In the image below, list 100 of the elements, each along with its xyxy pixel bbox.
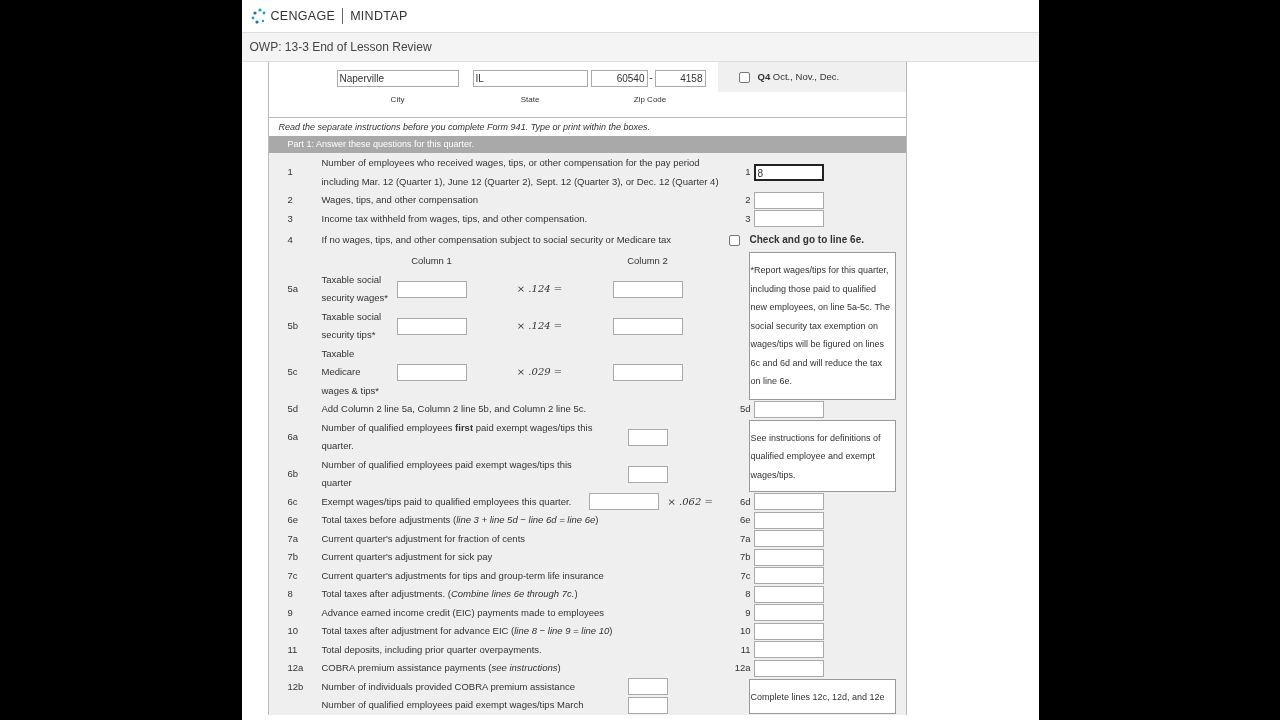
column-header: Column 2 [627,255,668,266]
note-box: See instructions for definitions of qualified employee and exempt wages/tips. [748,419,896,492]
line-description: Total taxes after adjustments. (Combine lines 6e through 7c.) [321,588,578,599]
column-header: Column 1 [411,255,452,266]
line-number: 7b [287,551,299,562]
line-description: Number of qualified employees paid exempt wages/tips this quarter [321,458,572,488]
line-label: 6e [738,513,751,527]
line-label: 8 [744,587,751,601]
line-description: Income tax withheld from wages, tips, and other compensation. [321,212,588,224]
line-label: 1 [744,165,751,180]
line-description: Current quarter's adjustment for fraction of cents [321,532,526,544]
amount-field[interactable] [753,548,824,566]
line-number: 6c [287,495,298,507]
line-number: 7c [287,569,298,581]
line-description: COBRA premium assistance payments (see instructions) [321,662,561,673]
line-label: 6d [738,494,751,509]
line-number: 5a [287,282,299,294]
line-label: 5d [738,402,751,416]
line-number: 5c [287,366,298,377]
amount-field[interactable] [753,622,824,640]
line-label: 12a [733,661,751,675]
instructions: Read the separate instructions before you complete Form 941. Type or print within the boxes. [278,120,651,134]
multiplier: × .062 = [667,495,713,507]
line-number: 1 [287,166,293,178]
line-description: Exempt wages/tips paid to qualified employees this quarter. [321,495,572,507]
multiplier: × .124 = [516,282,563,294]
line-description: Total taxes before adjustments (line 3 + line 5d − line 6d = line 6e) [321,514,599,525]
line-label: 7c [739,568,751,583]
input-field[interactable] [396,280,467,298]
line-description: Number of qualified employees paid exempt wages/tips March [321,699,584,710]
line-number: 12b [287,680,304,692]
line-description: Taxable social security wages* [321,273,389,303]
line-label: 11 [739,642,751,657]
line-number: 3 [287,212,293,224]
note-box: Complete lines 12c, 12d, and 12e [748,678,896,714]
check-label: Check and go to line 6e. [749,233,864,245]
zip-extension-field[interactable]: 4158 [654,69,706,87]
multiplier: × .029 = [516,366,563,377]
count-field[interactable] [627,678,668,696]
amount-field[interactable] [753,530,824,548]
state-field[interactable]: IL [472,69,588,87]
input-field[interactable] [396,317,467,335]
count-field[interactable] [627,696,668,714]
input-field[interactable] [612,363,683,381]
field-caption: City [390,94,405,104]
input-field[interactable] [612,317,683,335]
brand-name: CENGAGE [270,7,336,25]
line-number: 8 [287,588,293,599]
line-number: 11 [287,643,298,655]
amount-field[interactable] [753,585,824,603]
line-number: 5d [287,403,299,414]
part-header: Part 1: Answer these questions for this quarter. [268,136,906,153]
line-number: 7a [287,532,299,544]
amount-field[interactable] [753,191,824,209]
checkbox[interactable] [728,234,740,246]
line-description: Wages, tips, and other compensation [321,194,478,205]
amount-field[interactable]: 8 [753,164,824,181]
line-number: 6a [287,430,299,442]
amount-field[interactable] [753,493,824,511]
input-field[interactable] [612,280,683,298]
amount-field[interactable] [753,641,824,659]
amount-field[interactable] [753,400,824,418]
count-field[interactable] [627,465,668,483]
line-number: 6e [287,514,299,525]
line-description: Current quarter's adjustment for sick pay [321,551,493,562]
amount-field[interactable] [753,567,824,585]
field-caption: State [520,94,540,104]
line-description: Taxable social security tips* [321,310,382,340]
title-bar: OWP: 13-3 End of Lesson Review [241,32,1039,62]
line-description: Number of individuals provided COBRA premium assistance [321,680,575,692]
input-field[interactable] [396,363,467,381]
line-label: 3 [744,211,751,226]
line-description: Taxable Medicare wages & tips* [321,347,380,396]
line-number: 6b [287,467,299,479]
line-description: Number of qualified employees first paid exempt wages/tips this quarter. [321,421,593,451]
line-label: 10 [738,624,751,638]
input-field[interactable] [588,493,659,511]
line-number: 4 [287,233,293,245]
line-label: 7b [738,550,751,564]
line-description: Total deposits, including prior quarter overpayments. [321,643,542,655]
checkbox[interactable] [738,71,750,83]
amount-field[interactable] [753,511,824,529]
multiplier: × .124 = [516,319,563,331]
line-number: 5b [287,319,299,331]
note-box: *Report wages/tips for this quarter, including those paid to qualified new employees, on line 5a-5c. The social security tax exemption on wages/tips will be figured on lines 6c and 6d and will reduce the tax on line 6e. [748,252,896,400]
amount-field[interactable] [753,604,824,622]
field-caption: Zip Code [633,94,667,104]
amount-field[interactable] [753,659,824,677]
quarter-label: Q4 Oct., Nov., Dec. [757,69,840,84]
count-field[interactable] [627,428,668,446]
line-number: 2 [287,194,293,205]
line-number: 10 [287,625,299,636]
logo-icon [250,8,267,24]
line-description: Current quarter's adjustments for tips and group-term life insurance [321,569,604,581]
line-label: 2 [744,193,751,207]
separator: - [648,71,654,85]
amount-field[interactable] [753,210,824,228]
city-field[interactable]: Naperville [336,69,459,87]
zip-field[interactable]: 60540 [590,69,648,87]
line-description: Advance earned income credit (EIC) payments made to employees [321,606,604,618]
